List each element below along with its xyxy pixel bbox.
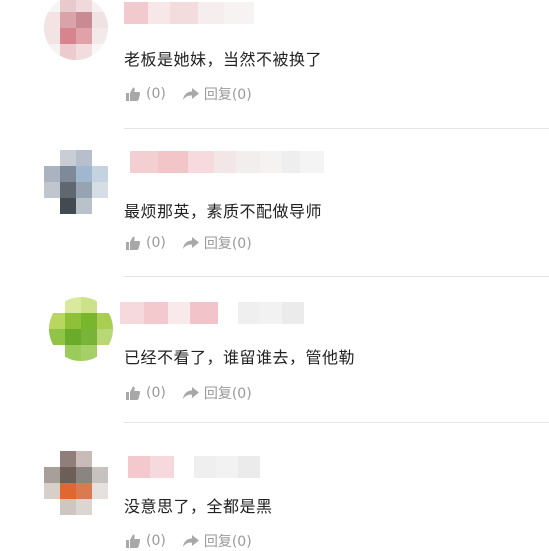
like-count: (0) (146, 86, 166, 102)
comment-item: 老板是她妹，当然不被换了 (0) 回复(0) (0, 0, 549, 128)
comment-actions: (0) 回复(0) (124, 383, 252, 403)
reply-button[interactable]: 回复(0) (182, 531, 252, 551)
like-button[interactable]: (0) (124, 532, 166, 550)
thumbs-up-icon (124, 384, 142, 402)
like-count: (0) (146, 235, 166, 251)
like-count: (0) (146, 385, 166, 401)
username-redacted[interactable] (124, 2, 254, 24)
comment-text: 没意思了，全都是黑 (124, 497, 273, 516)
thumbs-up-icon (124, 234, 142, 252)
comment-actions: (0) 回复(0) (124, 84, 252, 104)
like-button[interactable]: (0) (124, 234, 166, 252)
username-redacted[interactable] (120, 302, 304, 324)
reply-count: 回复(0) (203, 87, 252, 103)
comment-item: 已经不看了，谁留谁去，管他勒 (0) 回复(0) (0, 277, 549, 422)
like-button[interactable]: (0) (124, 384, 166, 402)
comment-item: 最烦那英，素质不配做导师 (0) 回复(0) (0, 129, 549, 276)
avatar[interactable] (49, 297, 113, 361)
avatar[interactable] (44, 150, 108, 214)
share-arrow-icon (182, 85, 200, 103)
reply-count: 回复(0) (203, 236, 252, 252)
reply-button[interactable]: 回复(0) (182, 383, 252, 403)
comment-text: 已经不看了，谁留谁去，管他勒 (124, 348, 356, 367)
reply-count: 回复(0) (203, 534, 252, 550)
reply-button[interactable]: 回复(0) (182, 233, 252, 253)
avatar[interactable] (44, 451, 108, 515)
reply-count: 回复(0) (203, 386, 252, 402)
reply-button[interactable]: 回复(0) (182, 84, 252, 104)
thumbs-up-icon (124, 532, 142, 550)
comment-text: 老板是她妹，当然不被换了 (124, 50, 323, 69)
avatar[interactable] (44, 0, 108, 60)
username-redacted[interactable] (130, 151, 324, 173)
share-arrow-icon (182, 532, 200, 550)
like-count: (0) (146, 533, 166, 549)
share-arrow-icon (182, 234, 200, 252)
comment-actions: (0) 回复(0) (124, 531, 252, 551)
comment-text: 最烦那英，素质不配做导师 (124, 202, 323, 221)
username-redacted[interactable] (128, 456, 260, 478)
like-button[interactable]: (0) (124, 85, 166, 103)
comment-item: 没意思了，全都是黑 (0) 回复(0) (0, 423, 549, 550)
thumbs-up-icon (124, 85, 142, 103)
comment-actions: (0) 回复(0) (124, 233, 252, 253)
share-arrow-icon (182, 384, 200, 402)
